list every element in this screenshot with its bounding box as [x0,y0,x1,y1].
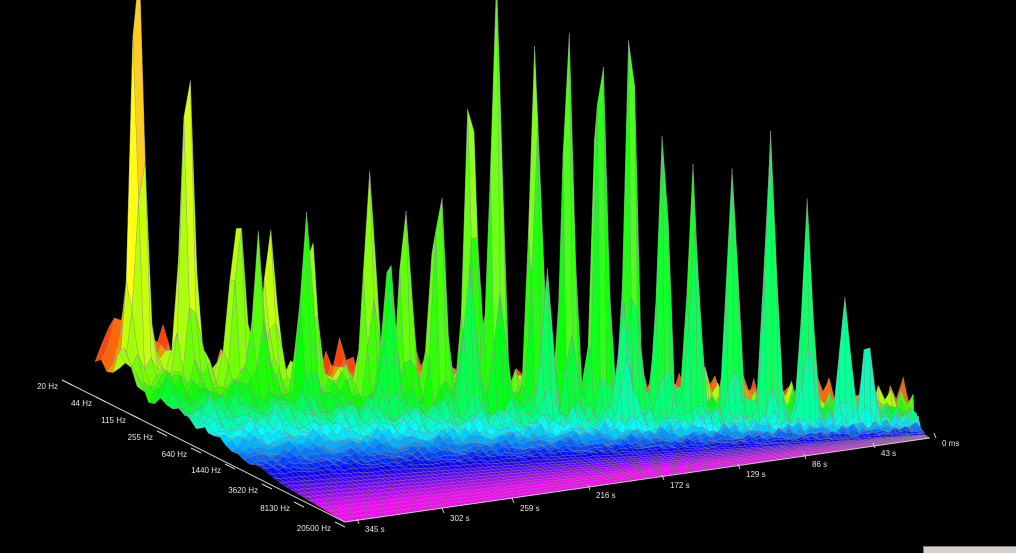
surface-cell [844,297,853,407]
surface-cell [838,297,847,404]
surface-cell [869,347,877,423]
surface-cell [884,389,893,407]
spectrum-waterfall-chart: 20 Hz44 Hz115 Hz255 Hz640 Hz1440 Hz3620 … [37,0,959,534]
surface-mesh [94,0,931,523]
surface-cell [863,347,871,412]
